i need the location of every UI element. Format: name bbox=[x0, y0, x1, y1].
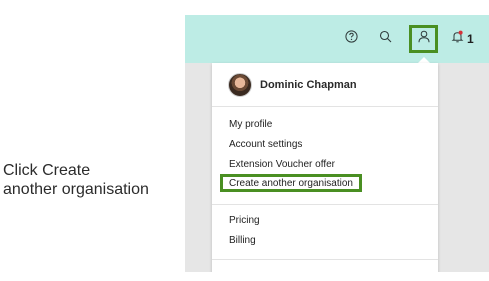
menu-divider bbox=[212, 106, 438, 107]
user-icon bbox=[418, 30, 430, 48]
help-circle-icon bbox=[344, 30, 358, 48]
instruction-line-2: another organisation bbox=[3, 181, 149, 198]
instruction-line-1: Click Create bbox=[3, 162, 91, 179]
highlight-box bbox=[220, 174, 362, 192]
user-name: Dominic Chapman bbox=[260, 79, 357, 91]
menu-divider bbox=[212, 204, 438, 205]
profile-header[interactable]: Dominic Chapman bbox=[228, 73, 357, 97]
menu-item-billing[interactable]: Billing bbox=[229, 234, 256, 247]
menu-item-extension-voucher-offer[interactable]: Extension Voucher offer bbox=[229, 158, 335, 171]
menu-item-pricing[interactable]: Pricing bbox=[229, 214, 260, 227]
instruction-caption: Click Create another organisation bbox=[3, 161, 178, 199]
notification-count: 1 bbox=[467, 32, 474, 46]
app-window: 1 Dominic Chapman My profile Account set… bbox=[185, 15, 489, 272]
search-button[interactable] bbox=[375, 27, 395, 51]
user-menu-button[interactable] bbox=[409, 25, 438, 53]
bell-icon bbox=[451, 30, 464, 48]
avatar bbox=[228, 73, 252, 97]
search-icon bbox=[379, 30, 392, 48]
help-button[interactable] bbox=[341, 27, 361, 51]
menu-item-account-settings[interactable]: Account settings bbox=[229, 138, 302, 151]
user-dropdown-menu: Dominic Chapman My profile Account setti… bbox=[212, 63, 438, 272]
menu-divider bbox=[212, 259, 438, 260]
top-bar: 1 bbox=[185, 15, 489, 63]
notifications-button[interactable]: 1 bbox=[451, 27, 485, 51]
menu-item-my-profile[interactable]: My profile bbox=[229, 118, 272, 131]
